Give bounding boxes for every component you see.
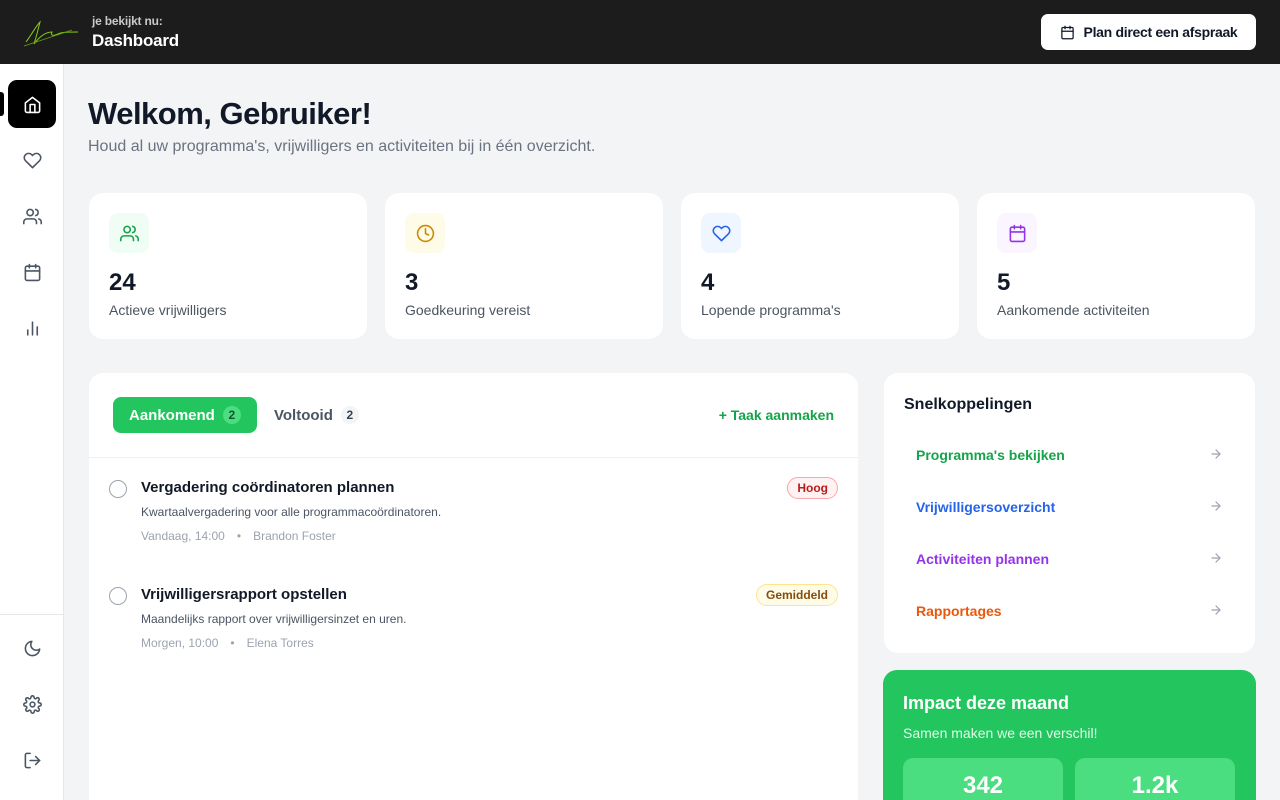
quick-link-volunteers[interactable]: Vrijwilligersoverzicht [900, 487, 1239, 527]
arrow-right-icon [1211, 553, 1221, 563]
add-task-button[interactable]: + Taak aanmaken [719, 407, 834, 423]
sidebar-divider [0, 614, 63, 615]
quick-link-label: Rapportages [916, 603, 1002, 619]
stat-value: 4 [701, 269, 715, 296]
stat-label: Lopende programma's [701, 302, 841, 318]
arrow-right-icon [1211, 501, 1221, 511]
stat-label: Goedkeuring vereist [405, 302, 531, 318]
sidebar-item-home[interactable] [8, 80, 56, 128]
sidebar-item-calendar[interactable] [8, 248, 56, 296]
stat-value: 3 [405, 269, 419, 296]
logo-signature-icon[interactable] [22, 12, 80, 52]
quick-link-programs[interactable]: Programma's bekijken [900, 435, 1239, 475]
welcome-title: Welkom, Gebruiker! [88, 96, 372, 131]
task-checkbox[interactable] [109, 480, 127, 498]
arrow-right-icon [1211, 605, 1221, 615]
stat-value: 5 [997, 269, 1011, 296]
stat-value: 24 [109, 269, 136, 296]
task-time: Morgen, 10:00 [141, 636, 219, 650]
stat-card-approval[interactable]: 3 Goedkeuring vereist [385, 193, 663, 339]
task-assignee: Brandon Foster [253, 529, 336, 543]
impact-value: 1.2k [1131, 772, 1179, 799]
stat-card-volunteers[interactable]: 24 Actieve vrijwilligers [89, 193, 367, 339]
logout-button[interactable] [8, 736, 56, 784]
task-title: Vergadering coördinatoren plannen [141, 479, 395, 496]
sidebar [0, 64, 64, 800]
priority-badge: Hoog [787, 477, 838, 499]
impact-subtitle: Samen maken we een verschil! [903, 725, 1098, 741]
welcome-subtitle: Houd al uw programma's, vrijwilligers en… [88, 138, 596, 155]
bar-chart-icon [26, 320, 38, 336]
quick-link-label: Vrijwilligersoverzicht [916, 499, 1056, 515]
calendar-icon [24, 263, 40, 281]
quick-link-reports[interactable]: Rapportages [900, 591, 1239, 631]
impact-stat-box: 342 [903, 758, 1063, 800]
stat-icon-wrap [109, 213, 149, 253]
task-time: Vandaag, 14:00 [141, 529, 225, 543]
task-assignee: Elena Torres [246, 636, 314, 650]
stat-label: Aankomende activiteiten [997, 302, 1150, 318]
users-icon [119, 225, 139, 241]
users-icon [22, 208, 42, 224]
plan-appointment-label: Plan direct een afspraak [1083, 24, 1238, 40]
heart-icon [711, 225, 731, 241]
separator-dot: • [236, 529, 242, 543]
tasks-card: Aankomend 2 Voltooid 2 + Taak aanmaken V… [89, 373, 858, 800]
heart-icon [22, 152, 42, 168]
tab-label: Aankomend [129, 406, 215, 424]
stat-label: Actieve vrijwilligers [109, 302, 227, 318]
breadcrumb: je bekijkt nu: Dashboard [92, 14, 179, 51]
tasks-tabs: Aankomend 2 Voltooid 2 + Taak aanmaken [89, 373, 858, 458]
stat-icon-wrap [405, 213, 445, 253]
main-content: Welkom, Gebruiker! Houd al uw programma'… [64, 64, 1280, 800]
quick-links-title: Snelkoppelingen [904, 396, 1033, 413]
gear-icon [22, 694, 42, 714]
quick-link-activities[interactable]: Activiteiten plannen [900, 539, 1239, 579]
tab-completed[interactable]: Voltooid 2 [258, 397, 375, 433]
impact-title: Impact deze maand [903, 693, 1070, 713]
task-meta: Morgen, 10:00 • Elena Torres [141, 636, 314, 650]
tab-upcoming[interactable]: Aankomend 2 [113, 397, 257, 433]
calendar-icon [1009, 224, 1025, 242]
task-checkbox[interactable] [109, 587, 127, 605]
sidebar-item-programs[interactable] [8, 136, 56, 184]
calendar-icon [1060, 25, 1074, 39]
active-indicator [0, 92, 4, 116]
task-meta: Vandaag, 14:00 • Brandon Foster [141, 529, 336, 543]
home-icon [24, 96, 40, 113]
settings-button[interactable] [8, 680, 56, 728]
impact-stat-box: 1.2k [1075, 758, 1235, 800]
stat-card-activities[interactable]: 5 Aankomende activiteiten [977, 193, 1255, 339]
stat-card-programs[interactable]: 4 Lopende programma's [681, 193, 959, 339]
breadcrumb-prefix: je bekijkt nu: [92, 14, 163, 28]
stat-icon-wrap [997, 213, 1037, 253]
sidebar-item-reports[interactable] [8, 304, 56, 352]
page-title: Dashboard [92, 31, 179, 50]
quick-link-label: Activiteiten plannen [916, 551, 1050, 567]
impact-card: Impact deze maand Samen maken we een ver… [883, 670, 1256, 800]
plan-appointment-button[interactable]: Plan direct een afspraak [1041, 14, 1256, 50]
stat-icon-wrap [701, 213, 741, 253]
tab-label: Voltooid [274, 406, 333, 424]
priority-badge: Gemiddeld [755, 584, 838, 606]
logout-icon [24, 752, 40, 768]
clock-icon [416, 224, 434, 242]
task-description: Kwartaalvergadering voor alle programmac… [141, 505, 442, 519]
separator-dot: • [230, 636, 235, 650]
task-title: Vrijwilligersrapport opstellen [141, 586, 347, 603]
quick-links-card: Snelkoppelingen Programma's bekijken Vri… [884, 373, 1255, 653]
quick-link-label: Programma's bekijken [916, 447, 1065, 463]
tab-count-badge: 2 [340, 406, 359, 424]
sidebar-item-volunteers[interactable] [8, 192, 56, 240]
arrow-right-icon [1211, 449, 1221, 459]
dark-mode-toggle[interactable] [8, 624, 56, 672]
task-description: Maandelijks rapport over vrijwilligersin… [141, 612, 407, 626]
tab-count-badge: 2 [222, 406, 241, 424]
moon-icon [24, 640, 40, 656]
top-bar: je bekijkt nu: Dashboard Plan direct een… [0, 0, 1280, 64]
impact-value: 342 [962, 772, 1004, 799]
